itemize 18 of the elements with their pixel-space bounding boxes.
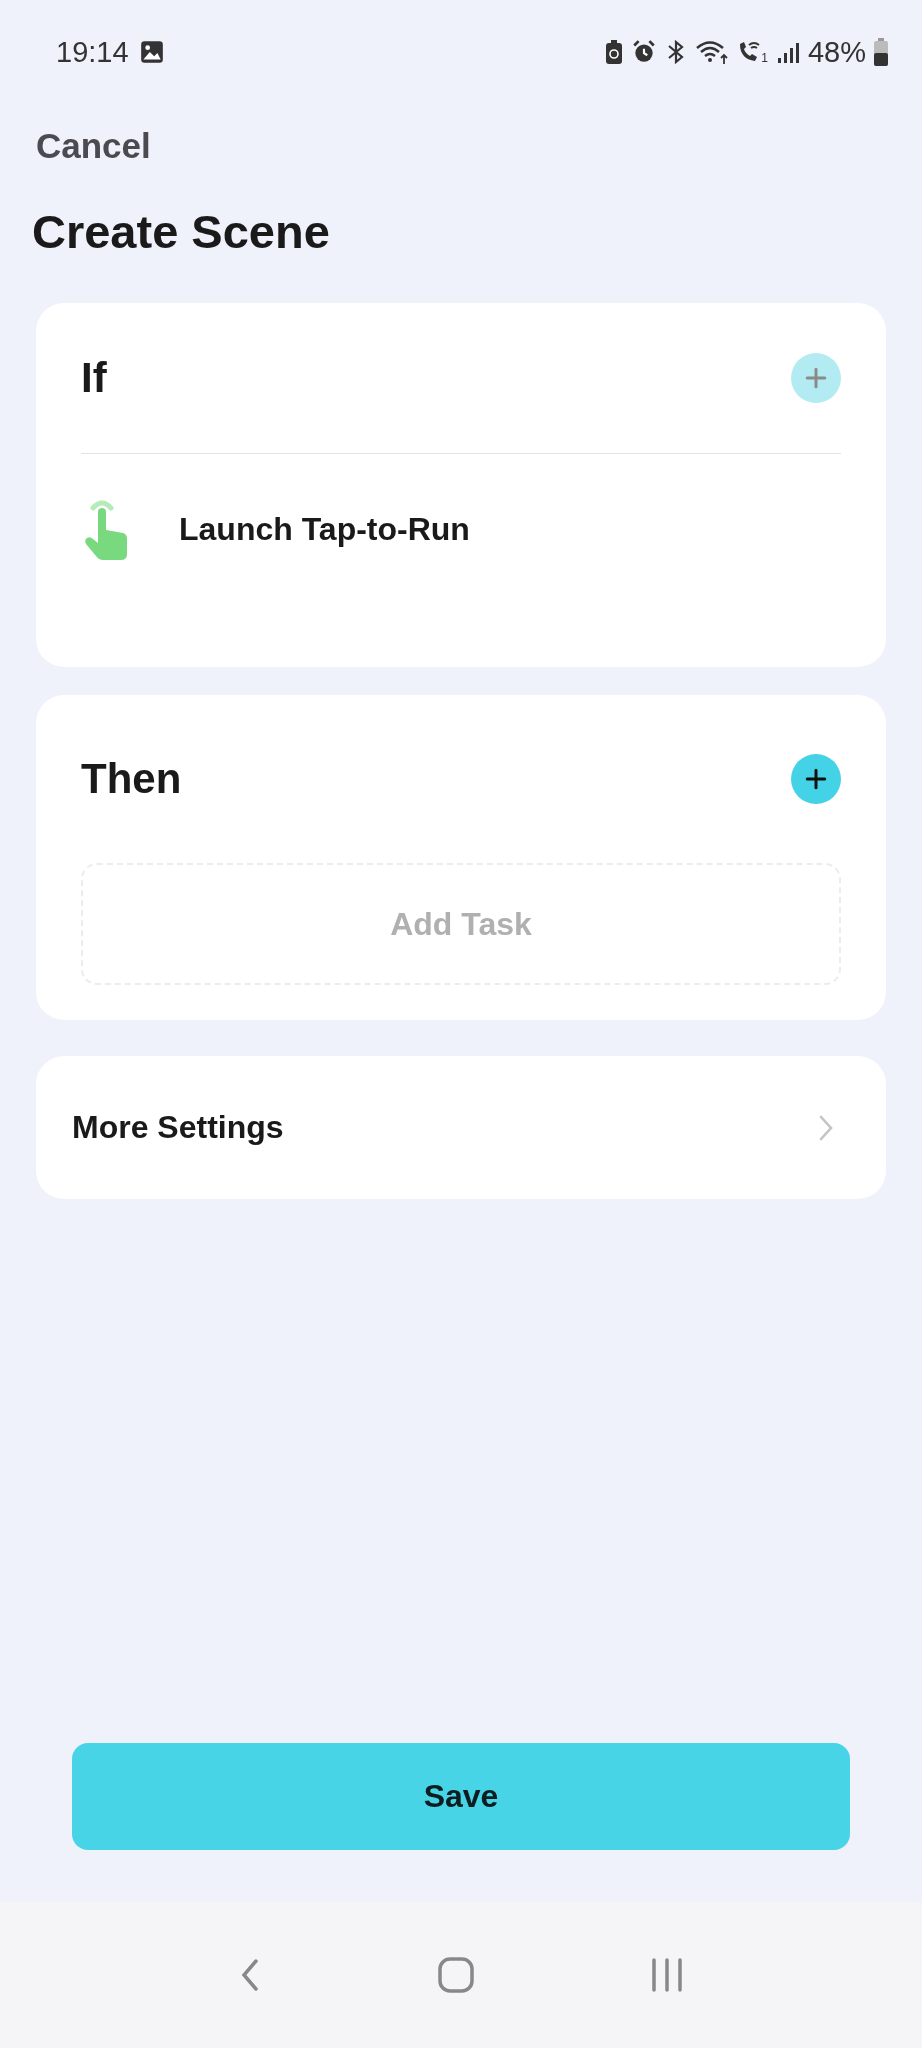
section-title: If [81,354,107,402]
sim-slot-number: 1 [761,51,768,65]
battery-icon [874,38,888,66]
recent-apps-icon[interactable] [650,1958,685,1992]
page-title: Create Scene [32,204,331,259]
cancel-button[interactable]: Cancel [32,126,155,166]
save-button[interactable]: Save [72,1743,850,1850]
battery-saver-icon [605,39,624,65]
condition-item[interactable]: Launch Tap-to-Run [179,510,470,548]
clock-time: 19:14 [56,35,129,69]
add-task-button[interactable] [791,754,841,804]
battery-percent: 48% [807,35,866,69]
wifi-icon [695,39,730,65]
image-icon [138,39,165,65]
more-settings-row[interactable]: More Settings [36,1056,886,1199]
home-icon[interactable] [437,1956,475,1994]
section-title: Then [81,755,182,803]
alarm-icon [631,39,658,65]
